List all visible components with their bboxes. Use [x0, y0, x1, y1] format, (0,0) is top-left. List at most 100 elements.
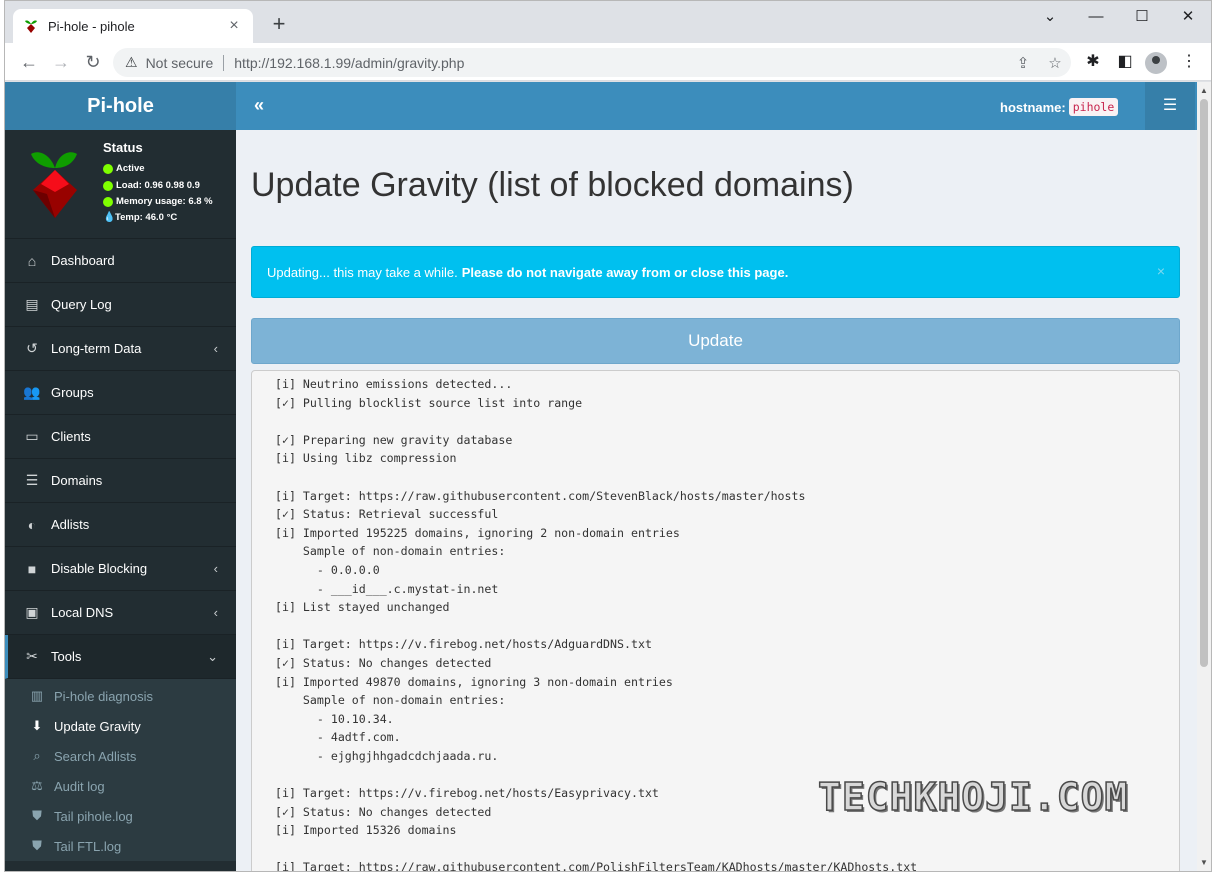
list-ul-icon: ⛊: [32, 838, 42, 853]
top-navbar: « hostname: pihole ☰: [236, 82, 1211, 130]
address-book-icon: ▣: [25, 604, 39, 620]
scroll-up-icon[interactable]: ▲: [1197, 84, 1211, 98]
sidebar-item-label: Local DNS: [51, 605, 114, 620]
shield-icon: ◐: [27, 516, 37, 533]
browser-toolbar: ← → ↻ ⚠ Not secure http://192.168.1.99/a…: [5, 43, 1211, 81]
hostname-display: hostname: pihole: [1000, 98, 1119, 116]
memory-dot-icon: [103, 196, 113, 207]
new-tab-button[interactable]: +: [267, 11, 291, 37]
maximize-button[interactable]: ☐: [1119, 5, 1165, 29]
file-medical-icon: ▥: [30, 688, 44, 703]
sidebar-item-label: Long-term Data: [51, 341, 142, 356]
temp-text: Temp: 46.0 °C: [115, 212, 178, 223]
close-window-button[interactable]: ✕: [1165, 5, 1211, 29]
submenu-item-tail-ftl-log[interactable]: ⛊ Tail FTL.log: [5, 831, 236, 861]
tab-search-icon[interactable]: ⌄: [1027, 5, 1073, 29]
submenu-item-update-gravity[interactable]: ⬇ Update Gravity: [5, 711, 236, 741]
submenu-item-label: Audit log: [54, 778, 105, 794]
tools-icon: ✂: [26, 648, 38, 664]
minimize-button[interactable]: —: [1073, 5, 1119, 29]
sidebar-item-label: Dashboard: [51, 253, 115, 268]
sidebar-logo[interactable]: Pi-hole: [5, 82, 236, 130]
sidebar-item-groups[interactable]: 👥 Groups: [5, 371, 236, 415]
laptop-icon: ▭: [25, 428, 39, 444]
sidebar-menu: ⌂ Dashboard ▤ Query Log ↺ Long-term Data ‹ 👥…: [5, 239, 236, 679]
submenu-item-search-adlists[interactable]: ⌕ Search Adlists: [5, 741, 236, 771]
list-ul-icon: ⛊: [32, 808, 42, 823]
address-bar[interactable]: ⚠ Not secure http://192.168.1.99/admin/g…: [113, 48, 1071, 77]
status-heading: Status: [103, 140, 143, 155]
sidebar-item-adlists[interactable]: ◐ Adlists: [5, 503, 236, 547]
alert-text: Updating... this may take a while.: [267, 264, 458, 280]
stop-icon: ■: [27, 560, 37, 577]
status-load: Load: 0.96 0.98 0.9: [103, 180, 200, 191]
file-icon: ▤: [25, 296, 39, 312]
sidebar-item-label: Domains: [51, 473, 103, 488]
sidebar-item-dashboard[interactable]: ⌂ Dashboard: [5, 239, 236, 283]
submenu-item-pihole-diagnosis[interactable]: ▥ Pi-hole diagnosis: [5, 681, 236, 711]
browser-menu-icon[interactable]: ⋮: [1177, 50, 1201, 74]
hamburger-menu-icon[interactable]: ☰: [1145, 82, 1195, 130]
sidebar-item-tools[interactable]: ✂ Tools ⌄: [5, 635, 236, 679]
sidebar-item-label: Clients: [51, 429, 91, 444]
list-icon: ☰: [25, 472, 39, 488]
bookmark-star-icon[interactable]: ☆: [1039, 54, 1071, 72]
submenu-item-tail-pihole-log[interactable]: ⛊ Tail pihole.log: [5, 801, 236, 831]
chevron-left-icon: ‹: [213, 561, 218, 576]
reload-icon[interactable]: ↻: [81, 50, 105, 74]
page-scrollbar[interactable]: ▲ ▼: [1197, 82, 1211, 871]
home-icon: ⌂: [27, 252, 37, 269]
status-temp: 💧 Temp: 46.0 °C: [103, 212, 177, 223]
sidebar-item-disable-blocking[interactable]: ■ Disable Blocking ‹: [5, 547, 236, 591]
tools-submenu: ▥ Pi-hole diagnosis ⬇ Update Gravity ⌕ Sear…: [5, 679, 236, 861]
arrow-circle-down-icon: ⬇: [31, 718, 43, 733]
page-viewport: Pi-hole Status Active Load: 0.96 0.98 0.: [5, 82, 1211, 871]
pihole-logo: [31, 152, 77, 218]
scroll-thumb[interactable]: [1200, 99, 1208, 667]
thermometer-drop-icon: 💧: [103, 211, 116, 223]
sidebar-item-clients[interactable]: ▭ Clients: [5, 415, 236, 459]
warning-icon: ⚠: [125, 54, 138, 70]
sidebar-item-long-term-data[interactable]: ↺ Long-term Data ‹: [5, 327, 236, 371]
tab-strip: Pi-hole - pihole × + ⌄ — ☐ ✕: [5, 1, 1211, 43]
profile-avatar[interactable]: [1145, 52, 1167, 74]
watermark: TECHKHOJI.COM: [817, 774, 1129, 820]
sidebar-item-label: Disable Blocking: [51, 561, 148, 576]
sidebar-item-label: Tools: [51, 649, 82, 664]
side-panel-icon[interactable]: ◧: [1113, 50, 1137, 74]
info-alert: Updating... this may take a while. Pleas…: [251, 246, 1180, 298]
sidebar-item-query-log[interactable]: ▤ Query Log: [5, 283, 236, 327]
forward-icon[interactable]: →: [49, 50, 73, 74]
tab-close-icon[interactable]: ×: [225, 17, 243, 35]
security-label[interactable]: Not secure: [146, 55, 214, 71]
back-icon[interactable]: ←: [17, 50, 41, 74]
submenu-item-audit-log[interactable]: ⚖ Audit log: [5, 771, 236, 801]
pihole-favicon-icon: [23, 18, 39, 34]
submenu-item-label: Tail FTL.log: [54, 838, 122, 854]
status-active: Active: [103, 163, 145, 174]
page-title: Update Gravity (list of blocked domains): [251, 166, 854, 204]
browser-tab[interactable]: Pi-hole - pihole ×: [13, 9, 253, 43]
alert-close-icon[interactable]: ×: [1157, 263, 1165, 279]
submenu-item-label: Update Gravity: [54, 718, 141, 734]
browser-window: Pi-hole - pihole × + ⌄ — ☐ ✕ ← → ↻ ⚠ Not…: [4, 0, 1212, 872]
update-button[interactable]: Update: [251, 318, 1180, 364]
chevron-left-icon: ‹: [213, 341, 218, 356]
sidebar-item-label: Adlists: [51, 517, 90, 532]
sidebar-toggle-button[interactable]: «: [254, 95, 264, 116]
sidebar-item-label: Query Log: [51, 297, 112, 312]
extensions-puzzle-icon[interactable]: ✱: [1081, 50, 1105, 74]
sidebar-item-local-dns[interactable]: ▣ Local DNS ‹: [5, 591, 236, 635]
share-icon[interactable]: ⇪: [1007, 54, 1039, 72]
submenu-item-label: Search Adlists: [54, 748, 137, 764]
hostname-label: hostname:: [1000, 99, 1066, 115]
status-active-dot-icon: [103, 163, 113, 174]
load-text: Load: 0.96 0.98 0.9: [116, 180, 200, 191]
chevron-down-icon: ⌄: [207, 648, 218, 664]
hostname-value: pihole: [1068, 98, 1119, 116]
load-dot-icon: [103, 180, 113, 191]
scroll-down-icon[interactable]: ▼: [1197, 856, 1211, 870]
tab-title: Pi-hole - pihole: [48, 18, 135, 34]
sidebar-item-domains[interactable]: ☰ Domains: [5, 459, 236, 503]
url-text[interactable]: http://192.168.1.99/admin/gravity.php: [234, 55, 1007, 71]
